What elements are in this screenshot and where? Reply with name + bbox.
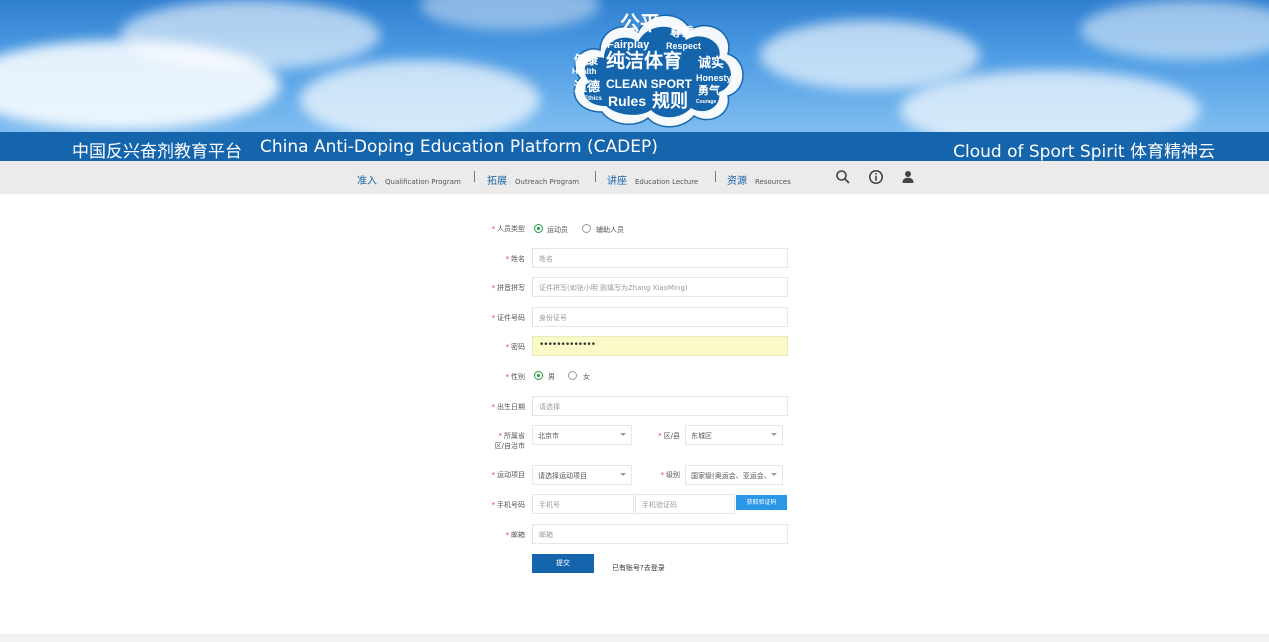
- region-select[interactable]: 北京市: [532, 425, 632, 445]
- gender-label: * 性别: [505, 373, 526, 381]
- person-type-athlete-radio[interactable]: [534, 224, 543, 233]
- region-label: * 所属省 区/自治市: [494, 432, 525, 450]
- district-select[interactable]: 东城区: [685, 425, 783, 445]
- chevron-down-icon: [620, 433, 626, 436]
- get-code-button[interactable]: 获取验证码: [736, 495, 787, 510]
- gender-female-radio[interactable]: [568, 371, 577, 380]
- nav-item-label: 资源: [727, 176, 747, 187]
- gender-male-radio[interactable]: [534, 371, 543, 380]
- nav-item-sublabel: Education Lecture: [635, 178, 699, 186]
- phone-label: * 手机号码: [491, 501, 526, 509]
- main-nav: 准入 Qualification Program 拓展 Outreach Progr…: [0, 161, 1269, 194]
- sport-label: * 运动项目: [491, 471, 526, 479]
- nav-item-sublabel: Qualification Program: [385, 178, 461, 186]
- platform-title-cn: 中国反兴奋剂教育平台: [72, 142, 242, 162]
- search-icon[interactable]: [835, 169, 851, 185]
- birthdate-label: * 出生日期: [491, 403, 526, 411]
- logo-word: 规则: [652, 91, 688, 111]
- logo-word: 勇气: [698, 85, 720, 97]
- nav-item-label: 讲座: [607, 176, 627, 187]
- footer-divider: [0, 634, 1269, 642]
- login-link[interactable]: 已有账号?去登录: [612, 563, 665, 573]
- logo-word: Rules: [608, 93, 647, 109]
- chevron-down-icon: [771, 473, 777, 476]
- pinyin-input[interactable]: 证件拼写(如张小明 则填写为Zhang XiaoMing): [532, 277, 788, 297]
- logo-word: 尊重: [670, 25, 695, 39]
- nav-item-qualification[interactable]: 准入 Qualification Program: [357, 172, 461, 187]
- nav-divider: [474, 171, 475, 182]
- email-label: * 邮箱: [505, 531, 526, 539]
- sport-select[interactable]: 请选择运动项目: [532, 465, 632, 485]
- logo-word: 健康: [574, 53, 599, 67]
- nav-item-sublabel: Resources: [755, 178, 791, 186]
- nav-divider: [595, 171, 596, 182]
- submit-button[interactable]: 提交: [532, 554, 594, 573]
- person-type-support-radio[interactable]: [582, 224, 591, 233]
- chevron-down-icon: [620, 473, 626, 476]
- sms-code-input[interactable]: 手机验证码: [635, 494, 735, 514]
- level-select[interactable]: 国家级(奥运会、亚运会、明: [685, 465, 783, 485]
- logo-word: 纯洁体育: [606, 51, 683, 72]
- district-label: * 区/县: [658, 432, 680, 440]
- logo-word: 公平: [620, 13, 660, 35]
- nav-item-label: 拓展: [487, 176, 507, 187]
- person-type-label: * 人员类型: [491, 225, 526, 233]
- id-number-label: * 证件号码: [491, 314, 526, 322]
- platform-title-en: China Anti-Doping Education Platform (CA…: [260, 137, 658, 157]
- nav-divider: [715, 171, 716, 182]
- nav-item-sublabel: Outreach Program: [515, 178, 580, 186]
- pinyin-label: * 拼音拼写: [491, 284, 526, 292]
- phone-input[interactable]: 手机号: [532, 494, 634, 514]
- nav-item-label: 准入: [357, 176, 377, 187]
- user-icon[interactable]: [900, 169, 916, 185]
- logo-word: 诚实: [698, 55, 725, 70]
- password-label: * 密码: [505, 343, 526, 351]
- nav-item-resources[interactable]: 资源 Resources: [727, 172, 791, 187]
- logo-word: Honesty: [696, 73, 732, 83]
- logo-word: 道德: [574, 79, 601, 94]
- chevron-down-icon: [771, 433, 777, 436]
- password-input[interactable]: •••••••••••••: [532, 336, 788, 356]
- person-type-support-label: 辅助人员: [596, 226, 624, 234]
- birthdate-input[interactable]: 请选择: [532, 396, 788, 416]
- gender-female-label: 女: [583, 373, 590, 381]
- gender-male-label: 男: [548, 373, 555, 381]
- logo-word: Fairplay: [607, 39, 650, 51]
- level-label: * 级别: [660, 471, 681, 479]
- logo-word: Respect: [666, 41, 702, 51]
- person-type-athlete-label: 运动员: [547, 226, 568, 234]
- email-input[interactable]: 邮箱: [532, 524, 788, 544]
- clean-sport-logo: 公平 尊重 Fairplay Respect 健康 Health 纯洁体育 诚实…: [562, 2, 748, 130]
- nav-item-outreach[interactable]: 拓展 Outreach Program: [487, 172, 579, 187]
- nav-item-lecture[interactable]: 讲座 Education Lecture: [607, 172, 698, 187]
- id-number-input[interactable]: 身份证号: [532, 307, 788, 327]
- logo-word: Health: [572, 67, 597, 76]
- header-banner: 公平 尊重 Fairplay Respect 健康 Health 纯洁体育 诚实…: [0, 0, 1269, 132]
- logo-word: Courage: [696, 99, 717, 105]
- name-label: * 姓名: [505, 255, 526, 263]
- registration-form: * 人员类型 运动员 辅助人员 * 姓名 姓名 * 拼音拼写 证件拼写(如张小明 则填…: [0, 194, 1269, 634]
- logo-word: Ethics: [584, 96, 603, 102]
- logo-word: CLEAN SPORT: [606, 77, 693, 91]
- info-icon[interactable]: [868, 169, 884, 185]
- name-input[interactable]: 姓名: [532, 248, 788, 268]
- cloud-title: Cloud of Sport Spirit 体育精神云: [953, 142, 1215, 162]
- title-bar: 中国反兴奋剂教育平台 China Anti-Doping Education P…: [0, 132, 1269, 162]
